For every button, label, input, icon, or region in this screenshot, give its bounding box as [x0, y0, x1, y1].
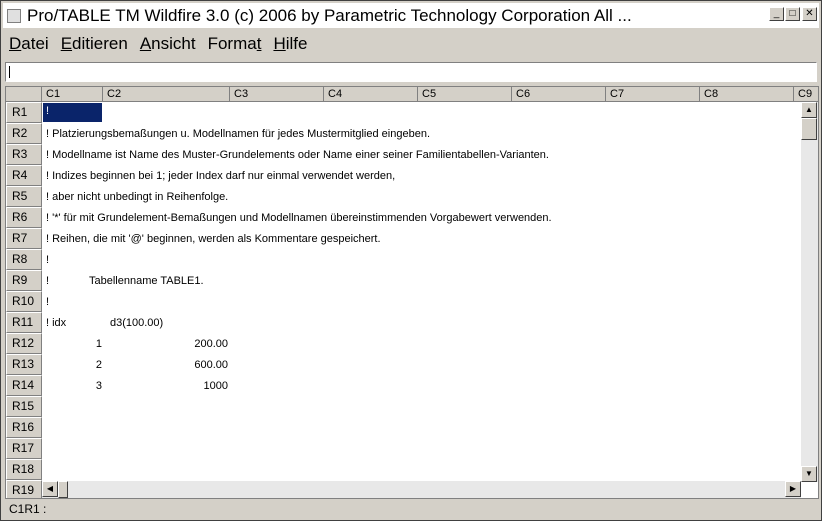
scroll-left-arrow-icon[interactable]: ◀: [42, 481, 58, 497]
title-bar[interactable]: Pro/TABLE TM Wildfire 3.0 (c) 2006 by Pa…: [3, 3, 819, 28]
column-header-c5[interactable]: C5: [418, 87, 512, 102]
cell-r10-text[interactable]: !: [46, 295, 49, 309]
status-bar: C1R1 :: [9, 502, 47, 516]
row-header-r8[interactable]: R8: [6, 249, 42, 270]
column-header-c2[interactable]: C2: [103, 87, 230, 102]
cell-r12-c2-text[interactable]: 200.00: [103, 337, 228, 351]
cell-r7-text[interactable]: ! Reihen, die mit '@' beginnen, werden a…: [46, 232, 381, 246]
cell-r3-text[interactable]: ! Modellname ist Name des Muster-Grundel…: [46, 148, 549, 162]
row-header-r4[interactable]: R4: [6, 165, 42, 186]
scroll-right-arrow-icon[interactable]: ▶: [785, 481, 801, 497]
selected-cell-c1r1[interactable]: [43, 103, 102, 122]
vertical-scrollbar[interactable]: ▲ ▼: [801, 102, 818, 482]
row-header-r17[interactable]: R17: [6, 438, 42, 459]
maximize-button[interactable]: □: [785, 7, 800, 21]
menu-format[interactable]: Format: [202, 34, 268, 54]
cell-r12-c1-text[interactable]: 1: [46, 337, 102, 351]
cell-r6-text[interactable]: ! '*' für mit Grundelement-Bemaßungen un…: [46, 211, 552, 225]
cell-r11-c2-text[interactable]: d3(100.00): [110, 316, 163, 330]
row-header-r7[interactable]: R7: [6, 228, 42, 249]
scroll-down-arrow-icon[interactable]: ▼: [801, 466, 817, 482]
cell-r4-text[interactable]: ! Indizes beginnen bei 1; jeder Index da…: [46, 169, 395, 183]
row-header-r13[interactable]: R13: [6, 354, 42, 375]
column-header-c6[interactable]: C6: [512, 87, 606, 102]
cell-r5-text[interactable]: ! aber nicht unbedingt in Reihenfolge.: [46, 190, 228, 204]
column-header-c8[interactable]: C8: [700, 87, 794, 102]
cell-r8-text[interactable]: !: [46, 253, 49, 267]
menu-ansicht[interactable]: Ansicht: [134, 34, 202, 54]
grid-corner[interactable]: [6, 87, 42, 102]
cell-r1-text: !: [46, 105, 50, 117]
spreadsheet-grid[interactable]: C1 C2 C3 C4 C5 C6 C7 C8 C9 R1 R2 R3 R4 R…: [5, 86, 819, 499]
menu-datei[interactable]: Datei: [3, 34, 55, 54]
text-caret: [9, 66, 10, 78]
row-header-r11[interactable]: R11: [6, 312, 42, 333]
column-header-c1[interactable]: C1: [42, 87, 103, 102]
pro-table-window: Pro/TABLE TM Wildfire 3.0 (c) 2006 by Pa…: [0, 0, 822, 521]
row-header-r10[interactable]: R10: [6, 291, 42, 312]
row-header-r19[interactable]: R19: [6, 480, 42, 498]
horizontal-scrollbar[interactable]: ◀ ▶: [42, 481, 801, 498]
menu-hilfe[interactable]: Hilfe: [267, 34, 313, 54]
row-header-r15[interactable]: R15: [6, 396, 42, 417]
close-button[interactable]: ✕: [802, 7, 817, 21]
row-header-r2[interactable]: R2: [6, 123, 42, 144]
column-header-c4[interactable]: C4: [324, 87, 418, 102]
horizontal-scroll-thumb[interactable]: [58, 481, 68, 498]
column-header-c3[interactable]: C3: [230, 87, 324, 102]
cell-r14-c1-text[interactable]: 3: [46, 379, 102, 393]
row-header-r3[interactable]: R3: [6, 144, 42, 165]
cell-r14-c2-text[interactable]: 1000: [103, 379, 228, 393]
cell-r13-c2-text[interactable]: 600.00: [103, 358, 228, 372]
window-title: Pro/TABLE TM Wildfire 3.0 (c) 2006 by Pa…: [27, 5, 632, 25]
cell-r9-c2-text[interactable]: Tabellenname TABLE1.: [89, 274, 204, 288]
row-header-r18[interactable]: R18: [6, 459, 42, 480]
menu-editieren[interactable]: Editieren: [55, 34, 134, 54]
row-header-r12[interactable]: R12: [6, 333, 42, 354]
row-header-r16[interactable]: R16: [6, 417, 42, 438]
minimize-button[interactable]: _: [769, 7, 784, 21]
cell-r9-c1-text[interactable]: !: [46, 274, 49, 288]
cell-r11-c1-text[interactable]: ! idx: [46, 316, 66, 330]
cell-r2-text[interactable]: ! Platzierungsbemaßungen u. Modellnamen …: [46, 127, 430, 141]
formula-input[interactable]: [5, 62, 817, 82]
row-header-r5[interactable]: R5: [6, 186, 42, 207]
menu-bar: Datei Editieren Ansicht Format Hilfe: [3, 30, 819, 58]
row-header-r1[interactable]: R1: [6, 102, 42, 123]
cell-r13-c1-text[interactable]: 2: [46, 358, 102, 372]
row-header-r9[interactable]: R9: [6, 270, 42, 291]
column-header-c9[interactable]: C9: [794, 87, 818, 102]
row-header-r6[interactable]: R6: [6, 207, 42, 228]
scroll-up-arrow-icon[interactable]: ▲: [801, 102, 817, 118]
row-header-r14[interactable]: R14: [6, 375, 42, 396]
app-icon: [7, 8, 21, 23]
vertical-scroll-thumb[interactable]: [801, 118, 817, 140]
column-header-c7[interactable]: C7: [606, 87, 700, 102]
